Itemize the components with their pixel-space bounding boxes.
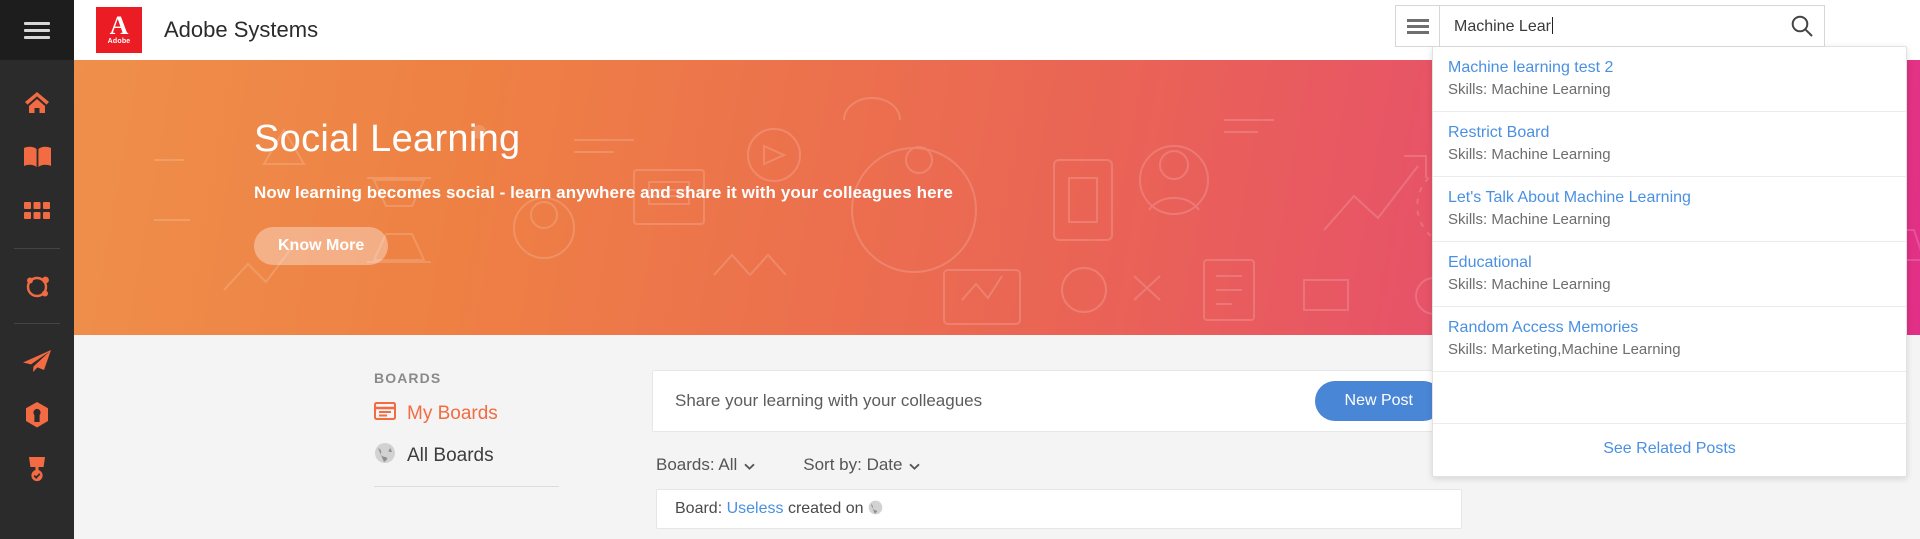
social-share-icon <box>23 273 51 299</box>
rail-item-skills[interactable] <box>0 388 74 442</box>
rail-item-catalog[interactable] <box>0 184 74 238</box>
adobe-logo-icon: A Adobe <box>96 7 142 53</box>
paper-plane-icon <box>23 350 51 372</box>
feed-filters: Boards: All Sort by: Date <box>656 455 1462 475</box>
suggestion-item[interactable]: Machine learning test 2 Skills: Machine … <box>1433 47 1906 113</box>
post-composer[interactable]: Share your learning with your colleagues… <box>652 370 1462 432</box>
feed-column: Share your learning with your colleagues… <box>652 370 1462 529</box>
globe-icon <box>868 500 883 517</box>
post-board-prefix: Board: <box>675 500 723 517</box>
suggestion-item[interactable]: Restrict Board Skills: Machine Learning <box>1433 112 1906 178</box>
composer-placeholder: Share your learning with your colleagues <box>675 391 983 410</box>
text-caret <box>1551 16 1553 34</box>
search-bar: Machine Lear <box>1395 5 1825 47</box>
filter-sort-by[interactable]: Sort by: Date <box>803 455 921 475</box>
board-icon <box>374 402 396 426</box>
suggestion-subtitle: Skills: Marketing,Machine Learning <box>1448 340 1681 358</box>
suggestion-item[interactable]: Educational Skills: Machine Learning <box>1433 242 1906 308</box>
app-root: A Adobe Adobe Systems Social Learning No… <box>0 0 1920 539</box>
adobe-logo-mark: A <box>109 10 129 40</box>
filter-boards[interactable]: Boards: All <box>656 455 755 475</box>
suggestion-title[interactable]: Let's Talk About Machine Learning <box>1448 189 1891 207</box>
boards-sidebar: BOARDS My Boards All Boards <box>374 370 614 529</box>
search-filter-button[interactable] <box>1395 5 1439 47</box>
boards-divider <box>374 486 559 487</box>
suggestion-title[interactable]: Machine learning test 2 <box>1448 59 1891 77</box>
search-input-value: Machine Lear <box>1454 17 1551 35</box>
rail-divider-1 <box>14 248 60 249</box>
suggestion-subtitle: Skills: Machine Learning <box>1448 145 1611 163</box>
hamburger-menu-icon <box>1406 16 1429 37</box>
suggestion-subtitle: Skills: Machine Learning <box>1448 275 1611 293</box>
book-icon <box>23 146 51 168</box>
rail-icon-list <box>0 60 74 496</box>
hamburger-menu-icon <box>24 18 50 43</box>
chevron-down-icon <box>909 455 921 475</box>
left-rail <box>0 0 74 539</box>
chevron-down-icon <box>744 455 755 475</box>
search-input[interactable]: Machine Lear <box>1454 16 1790 36</box>
badge-icon <box>25 402 49 428</box>
board-item-label: All Boards <box>407 445 494 466</box>
post-created-suffix: created on <box>787 500 864 517</box>
home-icon <box>24 91 50 115</box>
suggestion-title[interactable]: Restrict Board <box>1448 124 1891 142</box>
grid-icon <box>24 202 50 220</box>
search-input-wrapper[interactable]: Machine Lear <box>1439 5 1825 47</box>
rail-item-achievements[interactable] <box>0 442 74 496</box>
globe-icon <box>374 442 396 470</box>
board-item-all-boards[interactable]: All Boards <box>374 442 614 470</box>
suggestion-title[interactable]: Random Access Memories <box>1448 319 1891 337</box>
suggestion-subtitle: Skills: Machine Learning <box>1448 210 1611 228</box>
new-post-button[interactable]: New Post <box>1314 381 1443 421</box>
rail-divider-2 <box>14 323 60 324</box>
rail-item-learning[interactable] <box>0 130 74 184</box>
filter-sort-label: Sort by: Date <box>803 455 903 474</box>
trophy-icon <box>25 456 49 482</box>
rail-item-social-learning[interactable] <box>0 259 74 313</box>
board-item-my-boards[interactable]: My Boards <box>374 402 614 426</box>
rail-item-send[interactable] <box>0 334 74 388</box>
see-related-posts-link[interactable]: See Related Posts <box>1433 424 1906 476</box>
filter-boards-label: Boards: All <box>656 455 738 474</box>
adobe-logo-wordmark: Adobe <box>107 37 131 45</box>
rail-menu-button[interactable] <box>0 0 74 60</box>
suggestion-subtitle: Skills: Machine Learning <box>1448 80 1611 98</box>
rail-item-home[interactable] <box>0 76 74 130</box>
post-card[interactable]: Board: Useless created on <box>656 489 1462 529</box>
suggestion-title[interactable]: Educational <box>1448 254 1891 272</box>
search-suggestions-dropdown: Machine learning test 2 Skills: Machine … <box>1432 46 1907 478</box>
know-more-button[interactable]: Know More <box>254 227 389 265</box>
suggestion-item[interactable]: Random Access Memories Skills: Marketing… <box>1433 307 1906 373</box>
page-title: Adobe Systems <box>164 17 319 42</box>
suggestion-item[interactable]: Let's Talk About Machine Learning Skills… <box>1433 177 1906 243</box>
board-item-label: My Boards <box>407 403 498 424</box>
post-board-link[interactable]: Useless <box>727 500 784 517</box>
suggestion-empty-row <box>1433 372 1906 425</box>
magnifier-icon[interactable] <box>1790 14 1814 38</box>
boards-section-label: BOARDS <box>374 370 442 386</box>
